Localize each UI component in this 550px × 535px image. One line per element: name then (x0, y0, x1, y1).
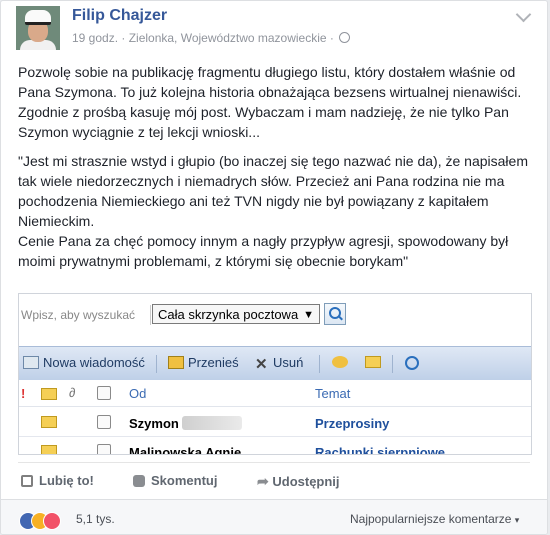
comment-button[interactable]: Skomentuj (133, 473, 217, 488)
new-message-button: Nowa wiadomość (23, 355, 145, 370)
post-paragraph-1: Pozwolę sobie na publikację fragmentu dł… (18, 64, 522, 140)
mail-grid-header: ! ∂ Od Temat (19, 380, 531, 407)
delete-button: ✕ Usuń (255, 355, 303, 372)
select-all-checkbox (97, 386, 111, 400)
share-label: Udostępnij (272, 474, 340, 489)
row-subject: Przeprosiny (315, 416, 390, 431)
mail-search-bar: Wpisz, aby wyszukać Cała skrzynka poczto… (19, 294, 531, 336)
envelope-icon (365, 356, 381, 368)
like-label: Lubię to! (39, 473, 94, 488)
dropdown-arrow-icon: ▼ (303, 309, 314, 321)
row-checkbox (97, 415, 111, 429)
love-reaction-icon[interactable] (43, 512, 61, 530)
column-subject: Temat (315, 386, 351, 401)
reactions-count[interactable]: 5,1 tys. (76, 512, 115, 526)
chevron-down-icon: ▾ (514, 515, 520, 525)
post-quote-part-2: Cenie Pana za chęć pomocy innym a nagły … (18, 233, 509, 269)
new-message-label: Nowa wiadomość (43, 355, 145, 370)
comment-label: Skomentuj (151, 473, 218, 488)
post-card: Filip Chajzer 19 godz. · Zielonka, Wojew… (0, 0, 548, 535)
row-checkbox (97, 444, 111, 454)
thumb-up-icon (21, 475, 33, 487)
column-from: Od (129, 386, 147, 401)
table-row: Szymon Przeprosiny (19, 408, 531, 437)
mail-toolbar: Nowa wiadomość Przenieś ✕ Usuń (19, 346, 531, 381)
chevron-down-icon[interactable] (515, 6, 532, 23)
envelope-icon (41, 445, 57, 454)
envelope-icon (41, 388, 57, 400)
post-quote: "Jest mi strasznie wstyd i głupio (bo in… (18, 151, 528, 271)
comment-icon (133, 475, 145, 487)
mail-scope-value: Cała skrzynka pocztowa (158, 307, 299, 322)
row-from: Szymon (129, 416, 242, 431)
table-row: Malinowska Agnie Rachunki sierpniowe (19, 437, 531, 455)
blurred-name (181, 416, 242, 430)
search-button (324, 303, 346, 325)
post-footer: 5,1 tys. Najpopularniejsze komentarze ▾ (1, 499, 547, 534)
post-meta-text[interactable]: 19 godz. · Zielonka, Województwo mazowie… (72, 31, 337, 45)
like-button[interactable]: Lubię to! (21, 473, 94, 488)
row-from: Malinowska Agnie (129, 445, 242, 455)
attachment-icon: ∂ (69, 385, 76, 400)
avatar[interactable] (16, 6, 60, 50)
mail-scope-select: Cała skrzynka pocztowa ▼ (152, 304, 320, 324)
refresh-icon (405, 356, 419, 370)
author-name[interactable]: Filip Chajzer (72, 7, 167, 25)
close-icon: ✕ (255, 356, 268, 373)
comment-sort-dropdown[interactable]: Najpopularniejsze komentarze ▾ (350, 512, 519, 526)
globe-icon (339, 32, 351, 43)
row-subject: Rachunki sierpniowe (315, 445, 446, 455)
move-label: Przenieś (188, 355, 239, 370)
mail-search-input: Wpisz, aby wyszukać (19, 305, 151, 325)
share-icon: ➦ (257, 473, 269, 489)
comment-sort-label: Najpopularniejsze komentarze (350, 512, 512, 526)
delete-label: Usuń (273, 355, 304, 370)
share-button[interactable]: ➦ Udostępnij (257, 473, 340, 490)
post-meta: 19 godz. · Zielonka, Województwo mazowie… (72, 31, 351, 45)
move-icon (168, 356, 184, 369)
new-message-icon (23, 356, 39, 369)
post-quote-part-1: "Jest mi strasznie wstyd i głupio (bo in… (18, 153, 528, 229)
priority-icon: ! (21, 386, 26, 401)
envelope-icon (41, 416, 57, 428)
embedded-mail-screenshot[interactable]: Wpisz, aby wyszukać Cała skrzynka poczto… (18, 293, 532, 455)
reply-icon (332, 356, 348, 368)
move-button: Przenieś (168, 355, 239, 370)
